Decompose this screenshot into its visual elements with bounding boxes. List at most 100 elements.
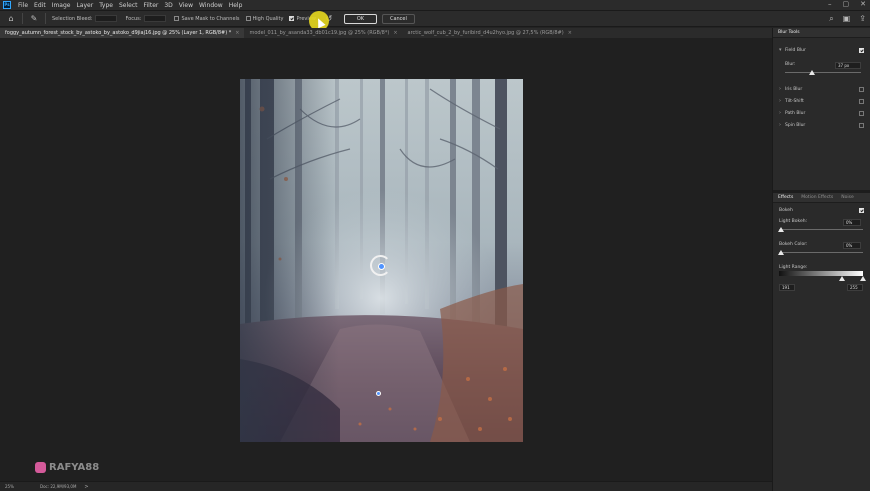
options-right-icons: ⌕ ▣ ⇪: [829, 14, 866, 24]
blur-value-field[interactable]: 37 px: [835, 62, 861, 69]
blur-pin-handle[interactable]: [370, 255, 391, 276]
maximize-icon[interactable]: ▢: [843, 0, 850, 8]
zoom-level[interactable]: 25%: [5, 484, 35, 489]
tilt-shift-checkbox[interactable]: [859, 98, 864, 104]
tab-label: model_011_by_asanda33_db01c19.jpg @ 25% …: [249, 30, 390, 36]
tab-close-icon[interactable]: ×: [235, 30, 239, 36]
preview-box[interactable]: [289, 16, 295, 21]
field-blur-row[interactable]: ▾ Field Blur: [779, 47, 864, 53]
status-bar: 25% Doc: 22,9M/93,0M >: [0, 481, 772, 491]
iris-blur-label: Iris Blur: [785, 86, 803, 92]
status-menu-arrow-icon[interactable]: >: [84, 484, 88, 490]
blur-brush-icon[interactable]: ✎: [29, 14, 39, 24]
field-blur-label: Field Blur: [785, 47, 806, 53]
tilt-shift-row[interactable]: › Tilt-Shift: [779, 98, 864, 104]
blur-panels: Blur Tools ▾ Field Blur Blur: 37 px › Ir…: [772, 28, 870, 491]
iris-blur-row[interactable]: › Iris Blur: [779, 86, 864, 92]
selection-bleed-field[interactable]: [95, 15, 118, 22]
divider: [22, 13, 23, 24]
blur-slider-thumb[interactable]: [809, 70, 816, 75]
path-blur-row[interactable]: › Path Blur: [779, 110, 864, 116]
light-bokeh-value[interactable]: 0%: [843, 219, 861, 226]
photoshop-logo-icon: Ps: [3, 1, 11, 9]
window-controls: – ▢ ✕: [828, 0, 866, 8]
menu-window[interactable]: Window: [196, 2, 226, 9]
share-icon[interactable]: ⇪: [859, 14, 866, 24]
blur-tools-header: Blur Tools: [773, 28, 870, 38]
focus-label: Focus:: [125, 15, 142, 22]
spin-blur-row[interactable]: › Spin Blur: [779, 122, 864, 128]
menu-layer[interactable]: Layer: [73, 2, 96, 9]
save-mask-label: Save Mask to Channels: [181, 15, 240, 22]
blur-tools-title[interactable]: Blur Tools: [778, 30, 800, 35]
high-quality-box[interactable]: [245, 16, 251, 21]
search-icon[interactable]: ⌕: [829, 14, 833, 24]
bokeh-color-slider[interactable]: [779, 252, 863, 253]
divider: [45, 13, 46, 24]
bokeh-color-thumb[interactable]: [778, 250, 784, 255]
path-blur-checkbox[interactable]: [859, 110, 864, 116]
instagram-icon: [35, 462, 46, 473]
light-range-high-thumb[interactable]: [860, 276, 866, 281]
doc-size: Doc: 22,9M/93,0M: [40, 484, 77, 489]
menu-edit[interactable]: Edit: [31, 2, 49, 9]
menu-file[interactable]: File: [15, 2, 31, 9]
close-icon[interactable]: ✕: [860, 0, 866, 8]
bokeh-label: Bokeh: [779, 208, 793, 213]
range-low-value[interactable]: 191: [779, 284, 795, 291]
menu-filter[interactable]: Filter: [141, 2, 162, 9]
tab-close-icon[interactable]: ×: [568, 30, 572, 36]
focus-field[interactable]: [144, 15, 167, 22]
workspace-icon[interactable]: ▣: [843, 14, 851, 24]
tab-noise[interactable]: Noise: [841, 195, 853, 200]
high-quality-checkbox[interactable]: High Quality: [245, 15, 284, 22]
iris-blur-checkbox[interactable]: [859, 86, 864, 92]
tab-effects[interactable]: Effects: [778, 195, 793, 200]
tab-model[interactable]: model_011_by_asanda33_db01c19.jpg @ 25% …: [244, 28, 402, 38]
watermark: RAFYA88: [35, 462, 99, 473]
bokeh-checkbox[interactable]: [859, 208, 864, 213]
menu-type[interactable]: Type: [96, 2, 116, 9]
save-mask-checkbox[interactable]: Save Mask to Channels: [174, 15, 240, 22]
light-range-low-thumb[interactable]: [839, 276, 845, 281]
tab-label: foggy_autumn_forest_stock_by_astoko_by_a…: [5, 30, 232, 36]
blur-pin-point[interactable]: [376, 391, 381, 396]
cancel-button[interactable]: Cancel: [381, 13, 415, 24]
tab-foggy-autumn-forest[interactable]: foggy_autumn_forest_stock_by_astoko_by_a…: [0, 28, 245, 38]
tilt-shift-label: Tilt-Shift: [785, 98, 804, 104]
tab-label: arctic_wolf_cub_2_by_furibird_d4u2hyo.jp…: [407, 30, 564, 36]
menu-select[interactable]: Select: [116, 2, 141, 9]
watermark-text: RAFYA88: [49, 462, 100, 473]
selection-bleed-label: Selection Bleed:: [52, 15, 93, 22]
photoshop-window: Ps File Edit Image Layer Type Select Fil…: [0, 0, 870, 491]
effects-header: Effects Motion Effects Noise: [773, 193, 870, 203]
spin-blur-label: Spin Blur: [785, 122, 806, 128]
home-icon[interactable]: ⌂: [6, 14, 16, 24]
blur-slider[interactable]: [785, 72, 861, 73]
tab-motion-effects[interactable]: Motion Effects: [801, 195, 833, 200]
light-range-row: Light Range:: [779, 265, 864, 270]
ok-button[interactable]: OK: [343, 13, 377, 24]
minimize-icon[interactable]: –: [828, 0, 832, 8]
menu-view[interactable]: View: [176, 2, 196, 9]
range-high-value[interactable]: 255: [847, 284, 863, 291]
menu-image[interactable]: Image: [49, 2, 74, 9]
spin-blur-checkbox[interactable]: [859, 122, 864, 128]
menu-3d[interactable]: 3D: [161, 2, 175, 9]
save-mask-box[interactable]: [174, 16, 180, 21]
tab-arctic-wolf[interactable]: arctic_wolf_cub_2_by_furibird_d4u2hyo.jp…: [403, 28, 577, 38]
menu-help[interactable]: Help: [226, 2, 246, 9]
tab-close-icon[interactable]: ×: [393, 30, 397, 36]
light-range-label: Light Range:: [779, 265, 808, 270]
light-range-gradient: [779, 271, 863, 276]
menu-bar: Ps File Edit Image Layer Type Select Fil…: [0, 0, 870, 10]
document-tabs: foggy_autumn_forest_stock_by_astoko_by_a…: [0, 28, 772, 38]
canvas-area[interactable]: RAFYA88: [0, 38, 772, 481]
light-bokeh-thumb[interactable]: [778, 227, 784, 232]
bokeh-color-value[interactable]: 0%: [843, 242, 861, 249]
bokeh-row[interactable]: Bokeh: [779, 208, 864, 213]
light-bokeh-slider[interactable]: [779, 229, 863, 230]
high-quality-label: High Quality: [252, 15, 284, 22]
path-blur-label: Path Blur: [785, 110, 806, 116]
field-blur-checkbox[interactable]: [859, 47, 864, 53]
